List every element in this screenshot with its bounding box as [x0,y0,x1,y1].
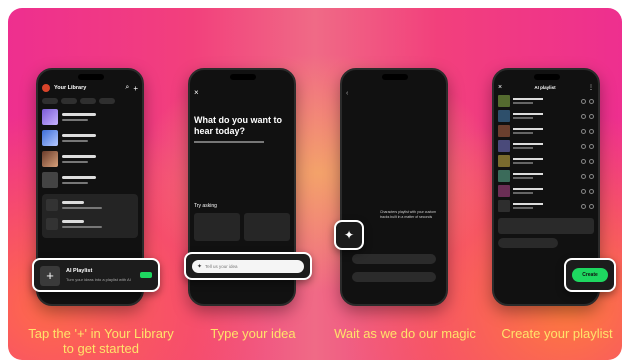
step-caption: Type your idea [210,326,296,341]
suggestion-cards [194,213,290,241]
add-track-icon[interactable] [581,203,586,209]
refine-input[interactable] [498,238,558,248]
list-item[interactable] [42,151,138,167]
filter-chip[interactable] [99,98,115,104]
cover-thumbnail [42,109,58,125]
filter-chips [42,98,138,104]
track-art [498,155,510,167]
remove-track-icon[interactable] [589,113,594,119]
table-row[interactable] [498,140,594,152]
promo-canvas: Your Library ⌕ + + AI Playlist Turn your… [8,8,622,360]
menu-item[interactable] [42,216,138,230]
generating-screen: ‹ Characters playlist with your custom t… [346,82,442,298]
table-row[interactable] [498,170,594,182]
generating-status-text: Characters playlist with your custom tra… [380,210,437,219]
table-row[interactable] [498,110,594,122]
add-track-icon[interactable] [581,173,586,179]
remove-track-icon[interactable] [589,158,594,164]
step-caption: Wait as we do our magic [334,326,476,341]
table-row[interactable] [498,155,594,167]
prompt-input-callout: ✦ Tell us your idea [184,252,312,280]
more-icon[interactable]: ⋮ [588,84,594,91]
table-row[interactable] [498,185,594,197]
track-art [498,125,510,137]
search-icon[interactable]: ⌕ [125,84,129,92]
track-art [498,185,510,197]
phone-generating: ‹ Characters playlist with your custom t… [340,68,448,306]
step-caption: Create your playlist [501,326,613,341]
phone-notch [230,74,256,80]
menu-item[interactable] [42,194,138,211]
plus-icon: + [40,266,60,286]
table-row[interactable] [498,200,594,212]
sparkle-icon: ✦ [197,264,203,270]
remove-track-icon[interactable] [589,98,594,104]
add-track-icon[interactable] [581,158,586,164]
idea-input[interactable]: ✦ Tell us your idea [192,260,304,273]
playlist-info-bar [498,218,594,234]
close-icon[interactable]: × [194,88,290,97]
filter-chip[interactable] [61,98,77,104]
filter-chip[interactable] [42,98,58,104]
table-row[interactable] [498,125,594,137]
add-icon[interactable]: + [133,84,138,93]
ai-playlist-menu-item[interactable]: + AI Playlist Turn your ideas into a pla… [32,258,160,292]
library-title: Your Library [54,85,87,91]
track-art [498,200,510,212]
create-menu-sheet [42,194,138,238]
list-item[interactable] [42,130,138,146]
try-asking-label: Try asking [194,203,217,209]
phone-notch [534,74,560,80]
create-button-callout: Create [564,258,616,292]
track-art [498,140,510,152]
list-item[interactable] [42,109,138,125]
prompt-bubble [352,254,436,264]
remove-track-icon[interactable] [589,128,594,134]
suggestion-card[interactable] [244,213,290,241]
prompt-question: What do you want to hear today? [194,115,282,136]
track-art [498,110,510,122]
menu-item-subtitle: Turn your ideas into a playlist with AI [66,277,131,282]
remove-track-icon[interactable] [589,143,594,149]
create-button[interactable]: Create [572,268,608,282]
add-track-icon[interactable] [581,98,586,104]
menu-item-title: AI Playlist [66,268,93,274]
cover-thumbnail [42,151,58,167]
add-track-icon[interactable] [581,128,586,134]
prompt-field[interactable] [352,272,436,282]
remove-track-icon[interactable] [589,203,594,209]
new-badge [140,272,152,278]
ai-sparkle-callout: ✦ [334,220,364,250]
phone-notch [382,74,408,80]
playlist-header: × AI playlist ⋮ [498,82,594,92]
table-row[interactable] [498,95,594,107]
sparkle-icon: ✦ [343,228,355,242]
avatar[interactable] [42,84,50,92]
prompt-subtitle-line [194,141,264,143]
filter-chip[interactable] [80,98,96,104]
cover-thumbnail [42,130,58,146]
suggestion-card[interactable] [194,213,240,241]
step-caption: Tap the '+' in Your Library to get start… [28,326,174,356]
remove-track-icon[interactable] [589,188,594,194]
add-track-icon[interactable] [581,113,586,119]
track-art [498,170,510,182]
list-item[interactable] [42,172,138,188]
playlist-title: AI playlist [534,84,556,90]
cover-thumbnail [42,172,58,188]
remove-track-icon[interactable] [589,173,594,179]
phone-notch [78,74,104,80]
add-track-icon[interactable] [581,143,586,149]
idea-input-placeholder: Tell us your idea [205,264,238,269]
add-track-icon[interactable] [581,188,586,194]
back-icon[interactable]: ‹ [346,90,442,97]
track-art [498,95,510,107]
library-header: Your Library ⌕ + [42,82,138,94]
